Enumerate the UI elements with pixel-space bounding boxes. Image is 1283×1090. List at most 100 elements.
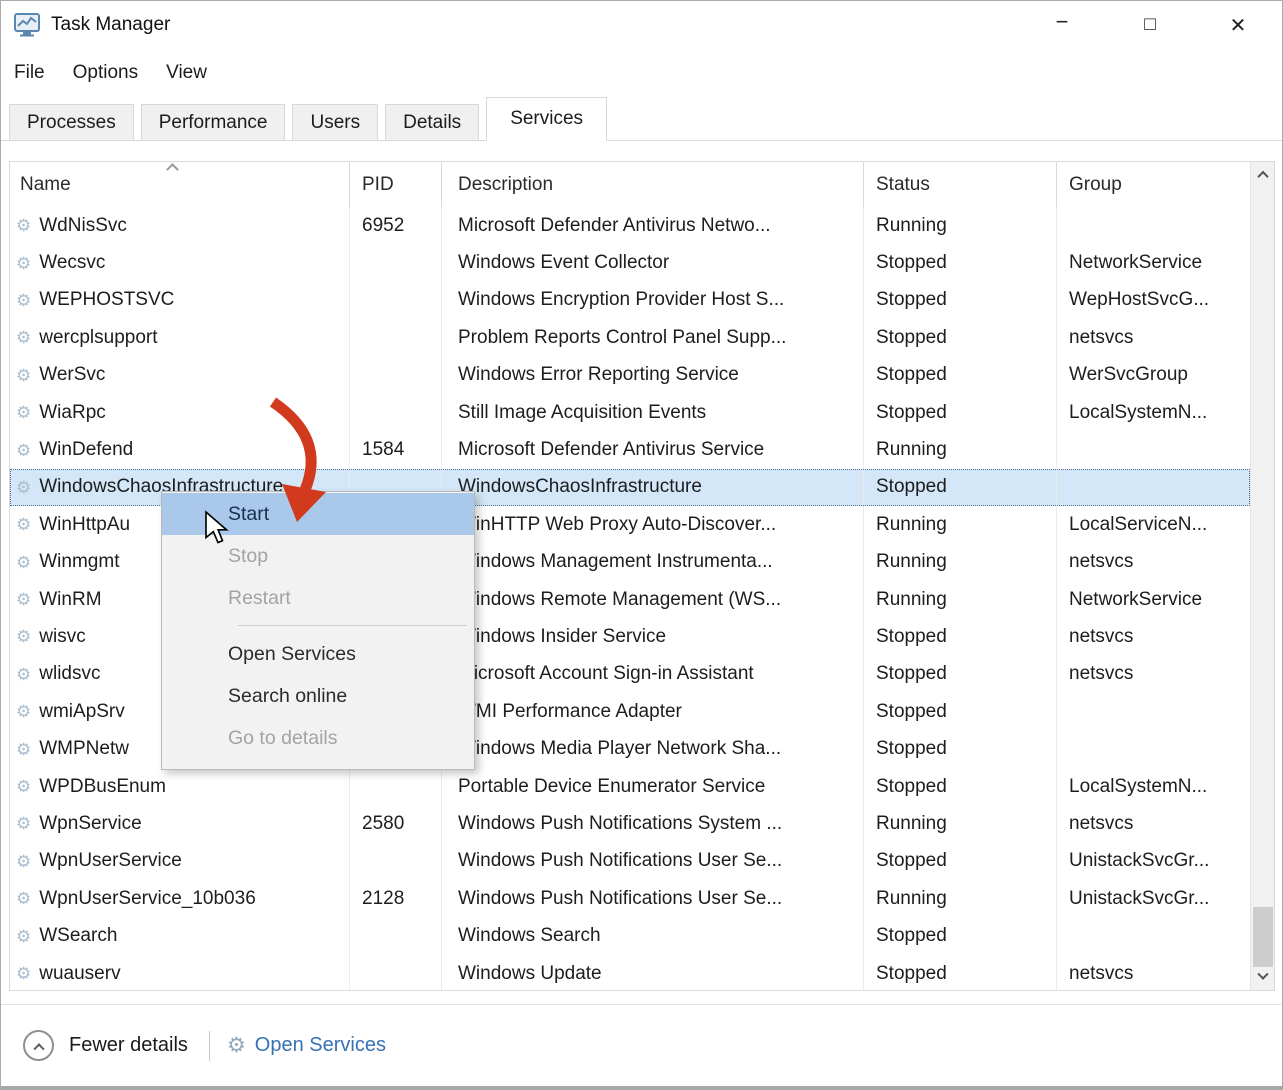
maximize-button[interactable]: □ xyxy=(1106,1,1194,49)
tab-strip: ProcessesPerformanceUsersDetailsServices xyxy=(1,96,1282,141)
chevron-up-icon xyxy=(1257,171,1268,182)
service-gear-icon: ⚙ xyxy=(16,442,31,459)
table-row[interactable]: ⚙wercplsupportProblem Reports Control Pa… xyxy=(10,319,1250,356)
column-header-status[interactable]: Status xyxy=(864,162,1057,207)
service-gear-icon: ⚙ xyxy=(16,516,31,533)
cell-pid: 2128 xyxy=(350,880,442,917)
context-menu-item-restart[interactable]: Restart xyxy=(162,577,474,619)
cell-group xyxy=(1057,917,1250,954)
cell-group: NetworkService xyxy=(1057,581,1250,618)
vertical-scrollbar[interactable] xyxy=(1250,162,1274,990)
table-row[interactable]: ⚙WpnService2580Windows Push Notification… xyxy=(10,805,1250,842)
footer-divider xyxy=(209,1031,210,1061)
cell-group: netsvcs xyxy=(1057,805,1250,842)
task-manager-window: Task Manager − □ ✕ File Options View Pro… xyxy=(0,0,1283,1090)
tab-users[interactable]: Users xyxy=(292,104,378,141)
service-gear-icon: ⚙ xyxy=(16,890,31,907)
cell-status: Stopped xyxy=(864,955,1057,990)
cell-status: Stopped xyxy=(864,394,1057,431)
service-gear-icon: ⚙ xyxy=(16,217,31,234)
service-gear-icon: ⚙ xyxy=(16,554,31,571)
cell-name: ⚙wuauserv xyxy=(10,955,350,990)
service-gear-icon: ⚙ xyxy=(16,479,31,496)
cell-status: Running xyxy=(864,805,1057,842)
table-row[interactable]: ⚙WpnUserServiceWindows Push Notification… xyxy=(10,843,1250,880)
cell-pid: 2580 xyxy=(350,805,442,842)
cell-name: ⚙WerSvc xyxy=(10,357,350,394)
context-menu-item-open-services[interactable]: Open Services xyxy=(162,633,474,675)
table-row[interactable]: ⚙WEPHOSTSVCWindows Encryption Provider H… xyxy=(10,282,1250,319)
service-gear-icon: ⚙ xyxy=(16,741,31,758)
context-menu: StartStopRestart Open ServicesSearch onli… xyxy=(161,491,475,770)
cell-status: Running xyxy=(864,581,1057,618)
context-menu-item-go-to-details[interactable]: Go to details xyxy=(162,717,474,759)
cell-status: Stopped xyxy=(864,282,1057,319)
cell-group: netsvcs xyxy=(1057,656,1250,693)
column-header-name[interactable]: Name xyxy=(10,162,350,207)
scroll-down-button[interactable] xyxy=(1251,964,1274,990)
table-row[interactable]: ⚙WecsvcWindows Event CollectorStoppedNet… xyxy=(10,244,1250,281)
cell-name: ⚙WiaRpc xyxy=(10,394,350,431)
chevron-down-icon xyxy=(1257,969,1268,980)
column-header-group[interactable]: Group xyxy=(1057,162,1252,207)
table-row[interactable]: ⚙wuauservWindows UpdateStoppednetsvcs xyxy=(10,955,1250,990)
cell-status: Stopped xyxy=(864,917,1057,954)
service-gear-icon: ⚙ xyxy=(16,255,31,272)
cell-group: UnistackSvcGr... xyxy=(1057,843,1250,880)
table-row[interactable]: ⚙WinDefend1584Microsoft Defender Antivir… xyxy=(10,431,1250,468)
cell-group xyxy=(1057,431,1250,468)
service-gear-icon: ⚙ xyxy=(16,292,31,309)
scrollbar-thumb[interactable] xyxy=(1253,907,1273,967)
menu-options[interactable]: Options xyxy=(73,62,138,84)
cell-group: WerSvcGroup xyxy=(1057,357,1250,394)
window-title: Task Manager xyxy=(51,14,170,36)
minimize-button[interactable]: − xyxy=(1018,1,1106,49)
service-gear-icon: ⚙ xyxy=(16,628,31,645)
fewer-details-label[interactable]: Fewer details xyxy=(69,1034,188,1057)
menu-view[interactable]: View xyxy=(166,62,207,84)
context-menu-item-start[interactable]: Start xyxy=(162,493,474,535)
service-gear-icon: ⚙ xyxy=(16,703,31,720)
service-gear-icon: ⚙ xyxy=(16,815,31,832)
service-gear-icon: ⚙ xyxy=(16,329,31,346)
table-row[interactable]: ⚙WPDBusEnumPortable Device Enumerator Se… xyxy=(10,768,1250,805)
close-button[interactable]: ✕ xyxy=(1194,1,1282,49)
table-row[interactable]: ⚙WpnUserService_10b0362128Windows Push N… xyxy=(10,880,1250,917)
cell-pid xyxy=(350,282,442,319)
cell-pid xyxy=(350,244,442,281)
table-row[interactable]: ⚙WerSvcWindows Error Reporting ServiceSt… xyxy=(10,357,1250,394)
cell-group: netsvcs xyxy=(1057,319,1250,356)
column-header-pid[interactable]: PID xyxy=(350,162,442,207)
cell-pid xyxy=(350,319,442,356)
cell-pid xyxy=(350,768,442,805)
fewer-details-button[interactable] xyxy=(23,1030,54,1061)
cell-status: Running xyxy=(864,544,1057,581)
tab-processes[interactable]: Processes xyxy=(9,104,134,141)
cell-status: Stopped xyxy=(864,469,1057,506)
tab-services[interactable]: Services xyxy=(486,97,607,141)
column-header-description[interactable]: Description xyxy=(442,162,864,207)
cell-status: Running xyxy=(864,506,1057,543)
cell-desc: Windows Push Notifications User Se... xyxy=(442,880,864,917)
cell-pid xyxy=(350,917,442,954)
tab-performance[interactable]: Performance xyxy=(141,104,286,141)
cell-name: ⚙WdNisSvc xyxy=(10,207,350,244)
cell-desc: Windows Insider Service xyxy=(442,618,864,655)
scroll-up-button[interactable] xyxy=(1251,162,1274,188)
context-menu-item-search-online[interactable]: Search online xyxy=(162,675,474,717)
cell-desc: Windows Event Collector xyxy=(442,244,864,281)
table-row[interactable]: ⚙WiaRpcStill Image Acquisition EventsSto… xyxy=(10,394,1250,431)
service-gear-icon: ⚙ xyxy=(16,404,31,421)
cell-desc: WMI Performance Adapter xyxy=(442,693,864,730)
tab-details[interactable]: Details xyxy=(385,104,479,141)
menu-file[interactable]: File xyxy=(14,62,45,84)
cell-group xyxy=(1057,693,1250,730)
task-manager-icon xyxy=(14,13,40,37)
table-row[interactable]: ⚙WSearchWindows SearchStopped xyxy=(10,917,1250,954)
table-row[interactable]: ⚙WdNisSvc6952Microsoft Defender Antiviru… xyxy=(10,207,1250,244)
cell-pid: 6952 xyxy=(350,207,442,244)
open-services-link[interactable]: Open Services xyxy=(255,1034,386,1057)
services-gear-icon: ⚙ xyxy=(227,1033,246,1058)
context-menu-item-stop[interactable]: Stop xyxy=(162,535,474,577)
sort-ascending-icon xyxy=(166,163,179,176)
